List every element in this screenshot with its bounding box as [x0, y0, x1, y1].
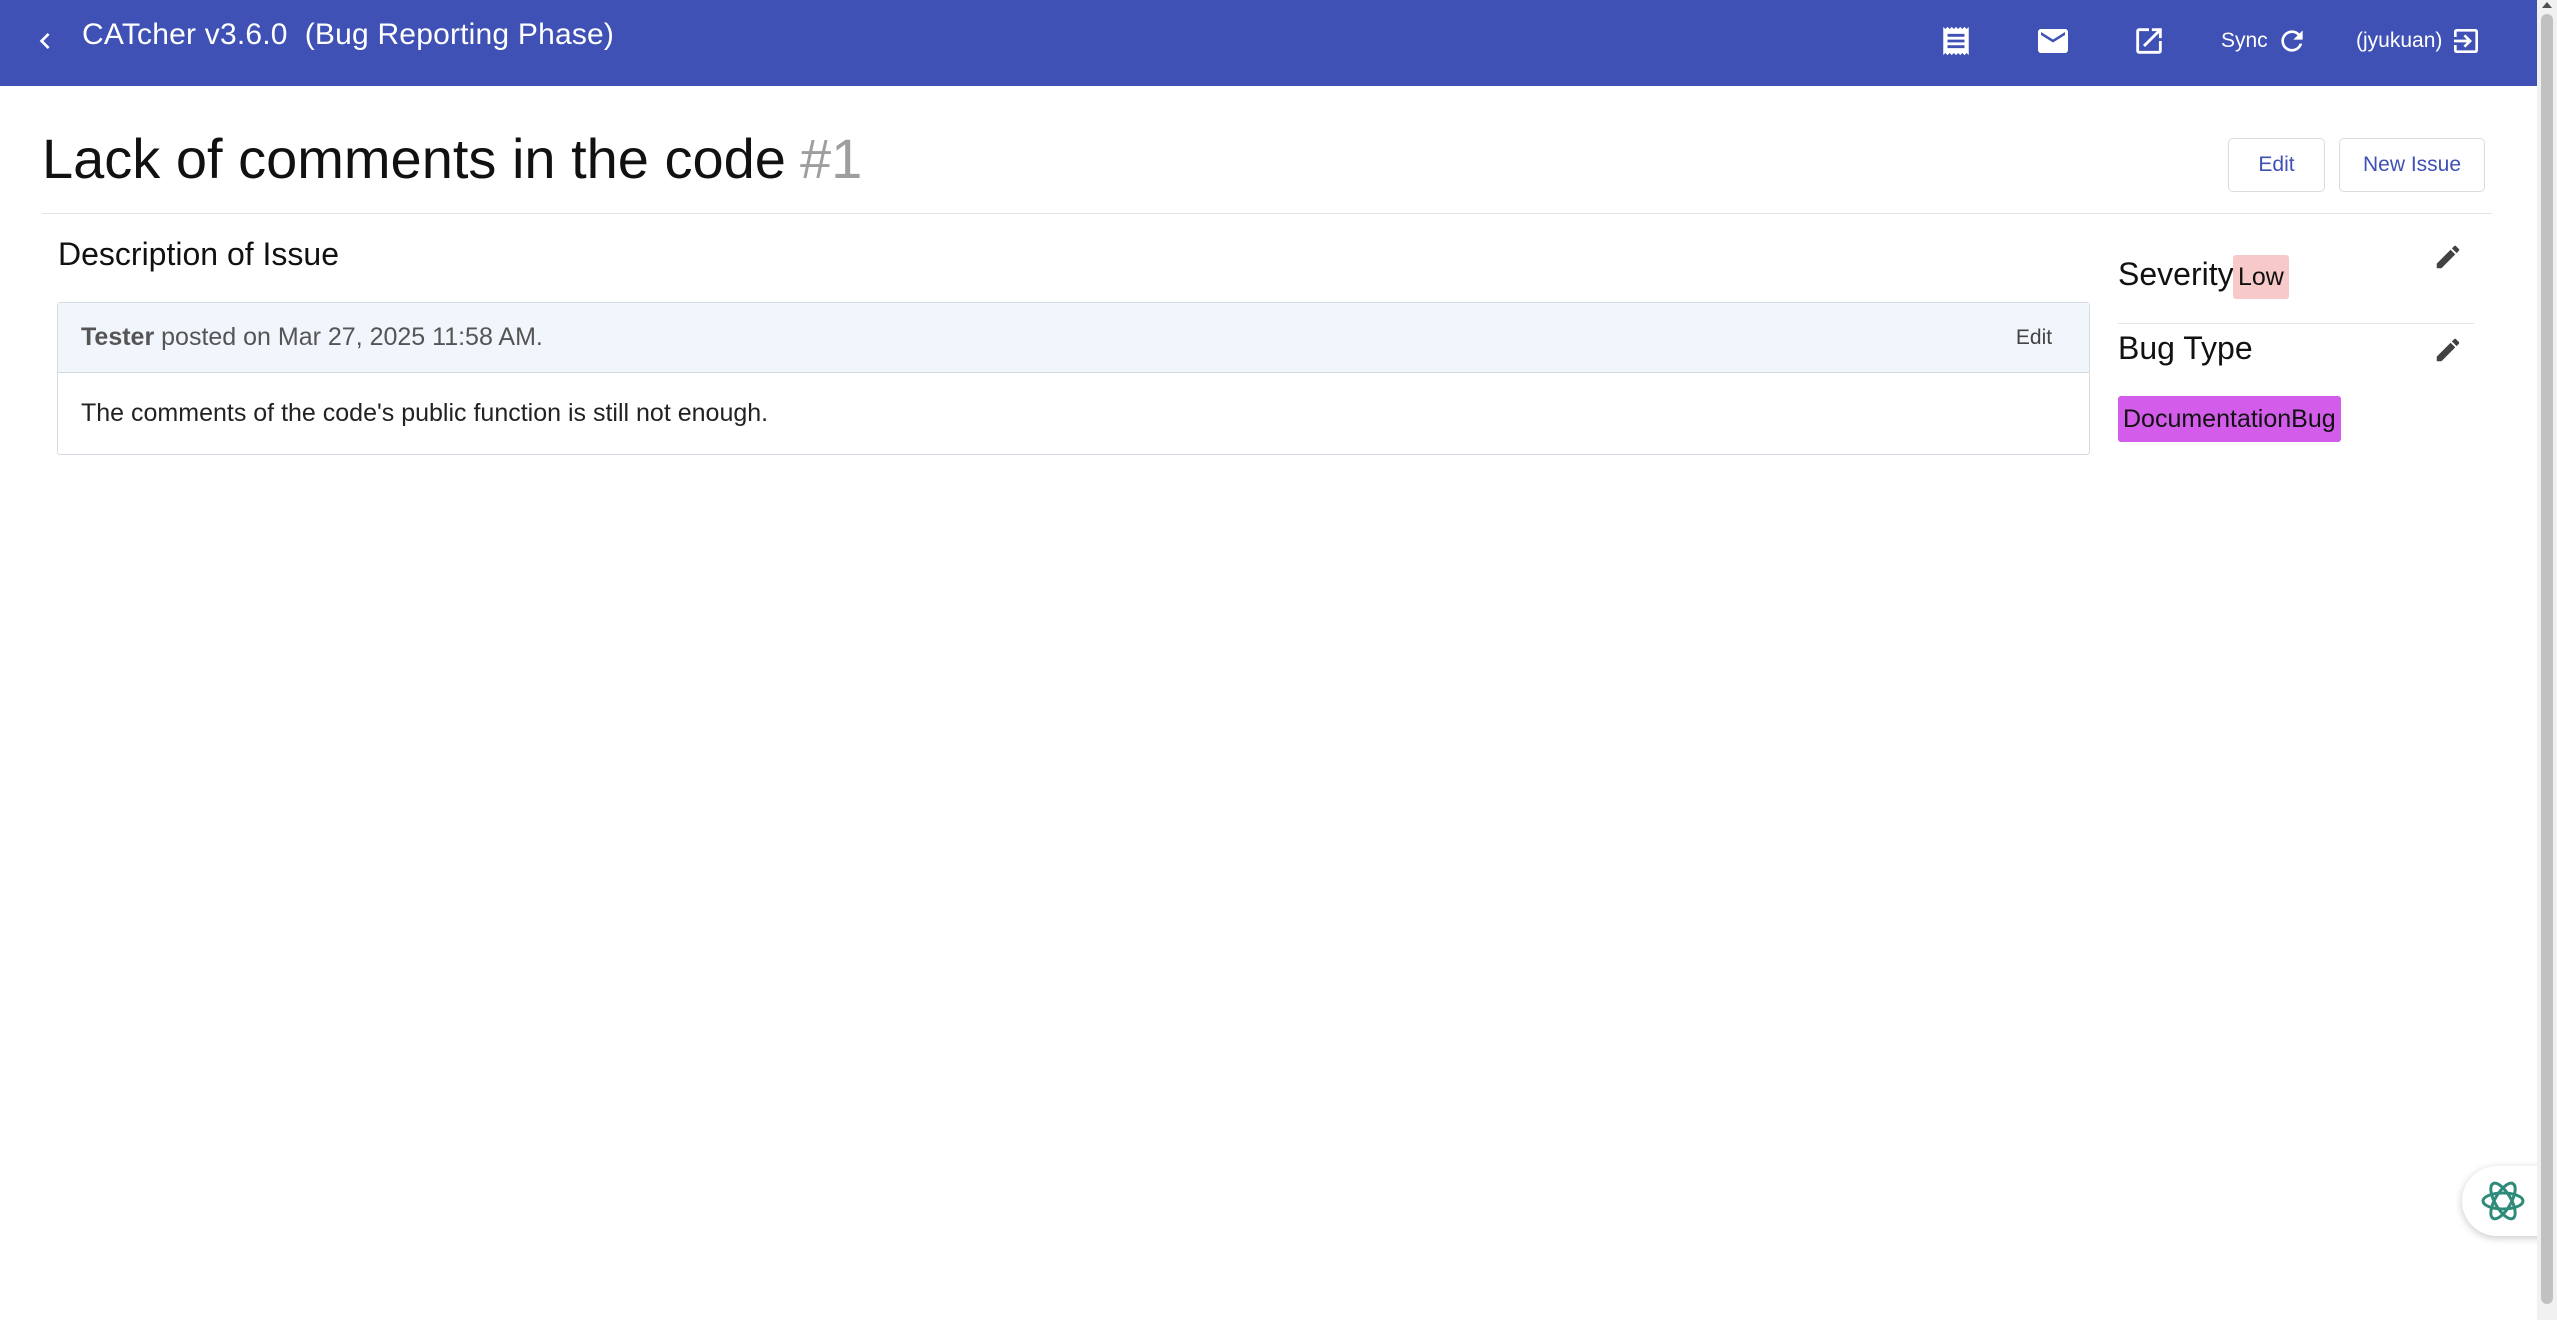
comment-edit-button[interactable]: Edit: [1999, 315, 2069, 361]
mail-button[interactable]: [2030, 18, 2076, 64]
assistant-icon: [2481, 1181, 2525, 1221]
bug-type-badge: DocumentationBug: [2118, 396, 2341, 442]
mail-icon: [2038, 29, 2068, 53]
new-issue-button[interactable]: New Issue: [2339, 138, 2485, 192]
issue-title-text: Lack of comments in the code: [42, 127, 786, 190]
comment-header: Tester posted on Mar 27, 2025 11:58 AM. …: [58, 303, 2089, 373]
header-divider: [42, 213, 2492, 214]
arrow-back-icon: [39, 33, 50, 49]
assistant-button[interactable]: [2462, 1166, 2544, 1236]
comment-body: The comments of the code's public functi…: [81, 399, 769, 427]
back-button[interactable]: [22, 18, 68, 64]
refresh-icon: [2281, 30, 2303, 52]
vertical-scrollbar[interactable]: [2537, 0, 2557, 1320]
scroll-thumb[interactable]: [2541, 14, 2553, 1304]
sync-button[interactable]: Sync: [2221, 18, 2308, 64]
comment-card: Tester posted on Mar 27, 2025 11:58 AM. …: [57, 302, 2090, 455]
edit-severity-button[interactable]: [2426, 235, 2470, 279]
side-divider: [2118, 323, 2474, 324]
pencil-icon: [2436, 245, 2460, 269]
sync-label: Sync: [2221, 29, 2268, 52]
edit-issue-button[interactable]: Edit: [2228, 138, 2325, 192]
top-toolbar: CATcher v3.6.0 (Bug Reporting Phase) Syn…: [0, 0, 2537, 86]
pencil-icon: [2436, 338, 2460, 362]
comment-timestamp: posted on Mar 27, 2025 11:58 AM.: [154, 323, 543, 351]
issue-number: #1: [799, 127, 863, 190]
comment-author: Tester: [81, 323, 155, 351]
logout-button[interactable]: (jyukuan): [2356, 18, 2482, 64]
user-label: (jyukuan): [2356, 29, 2443, 52]
bug-type-label: Bug Type: [2118, 330, 2253, 366]
open-in-new-button[interactable]: [2126, 18, 2172, 64]
comment-meta: Tester posted on Mar 27, 2025 11:58 AM.: [81, 323, 543, 352]
scroll-up-arrow-icon[interactable]: [2542, 2, 2552, 8]
logout-icon: [2454, 29, 2479, 53]
receipt-button[interactable]: [1933, 18, 1979, 64]
description-heading: Description of Issue: [58, 236, 340, 272]
edit-bug-type-button[interactable]: [2426, 328, 2470, 372]
app-title: CATcher v3.6.0 (Bug Reporting Phase): [82, 18, 615, 51]
severity-label: Severity: [2118, 256, 2234, 292]
receipt-icon: [1943, 26, 1969, 56]
open-in-new-icon: [2136, 28, 2162, 54]
issue-title: Lack of comments in the code #1: [42, 126, 862, 191]
severity-badge: Low: [2233, 255, 2289, 299]
